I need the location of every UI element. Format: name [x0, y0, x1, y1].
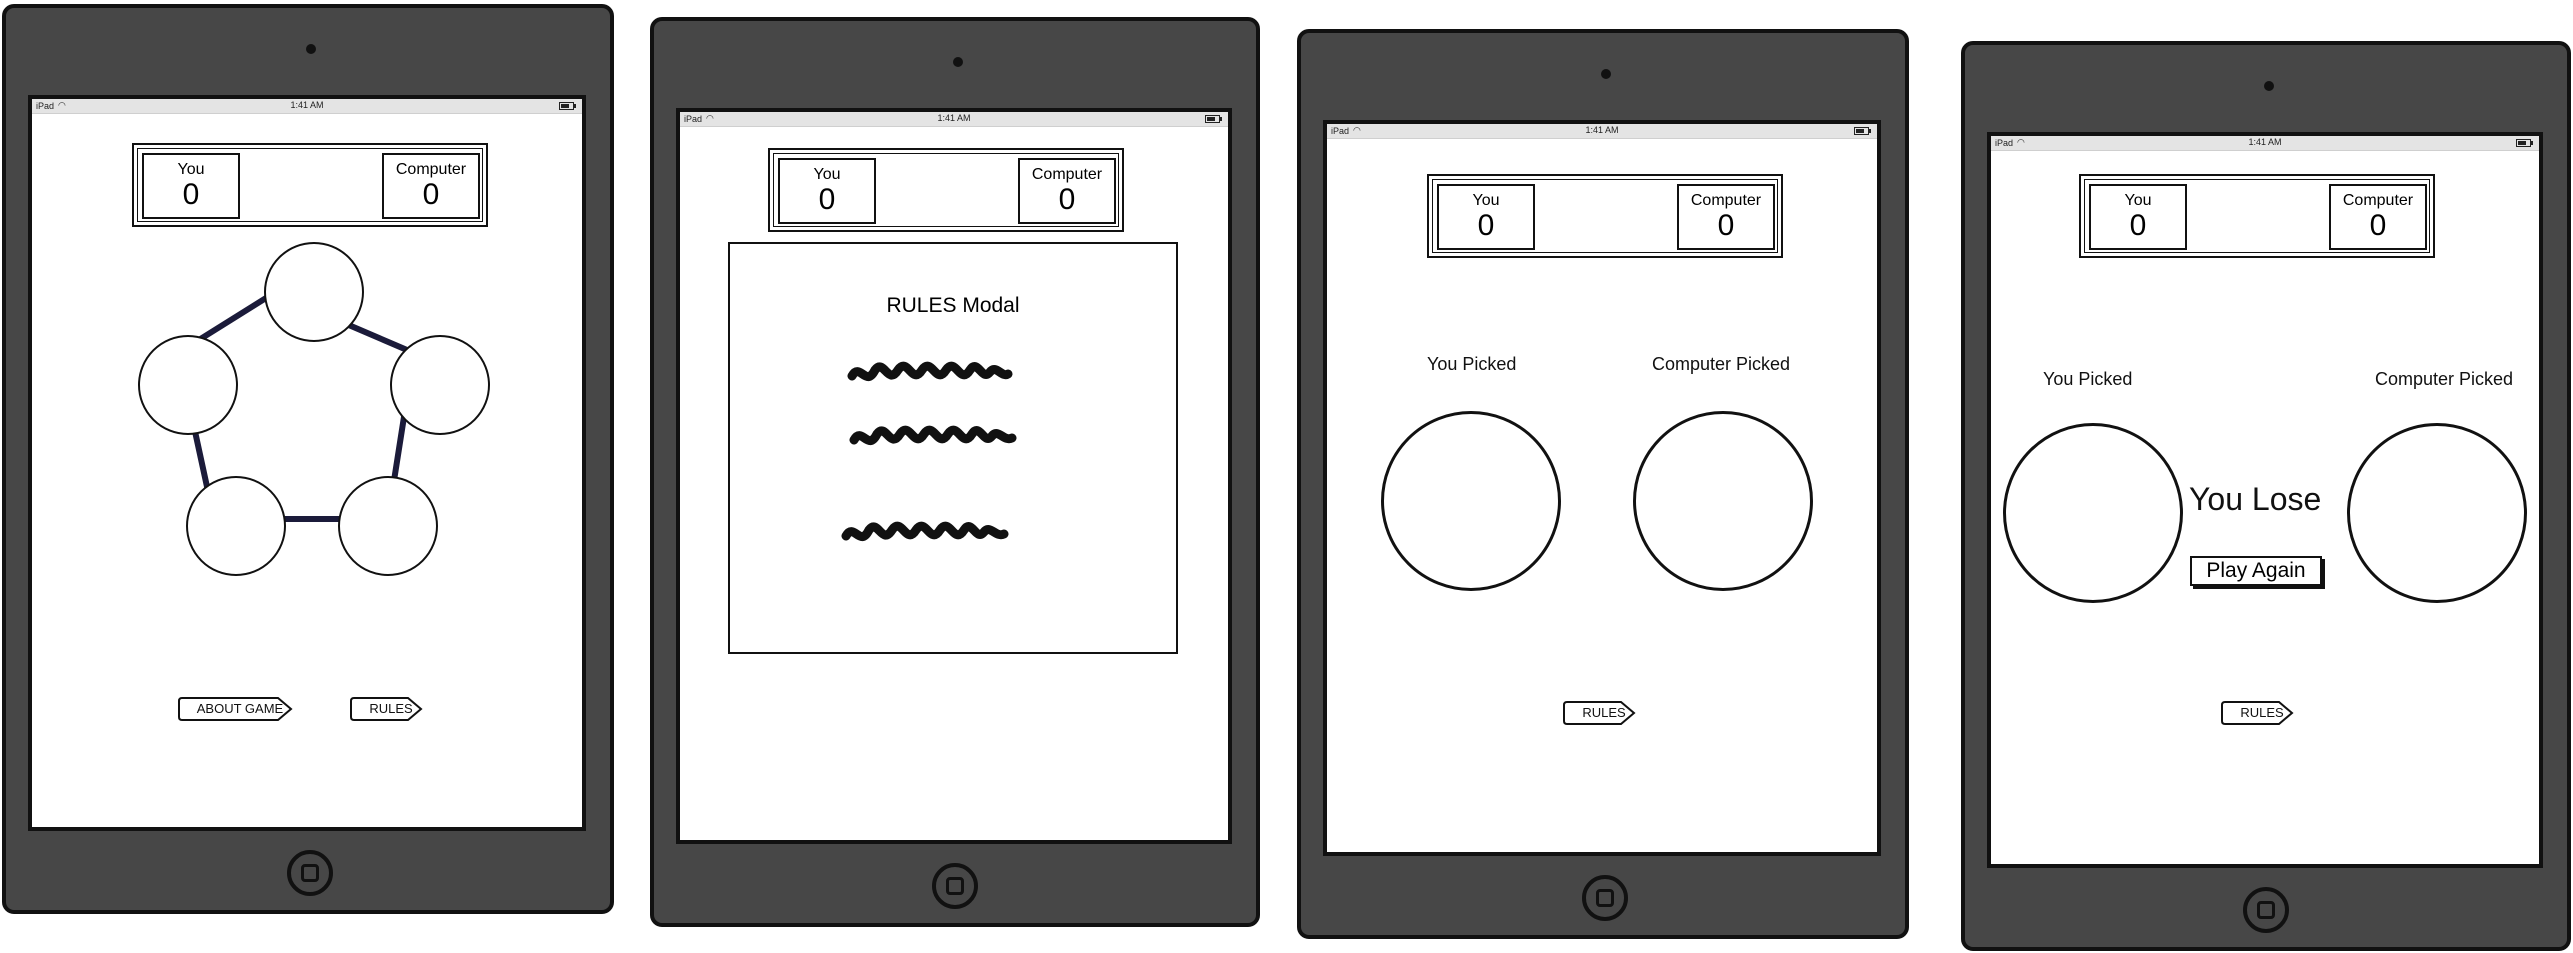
computer-label: Computer [1031, 166, 1103, 183]
status-bar: iPad ◠ 1:41 AM [1991, 136, 2539, 151]
camera-icon [2264, 81, 2274, 91]
rules-label: RULES [2240, 705, 2284, 720]
choice-circle-left[interactable] [138, 335, 238, 435]
computer-label: Computer [1690, 192, 1762, 209]
screen-picked: iPad ◠ 1:41 AM You 0 Computer 0 You Picke… [1323, 120, 1881, 856]
rules-label: RULES [369, 701, 413, 716]
choice-circle-right[interactable] [390, 335, 490, 435]
choice-circle-bottom-right[interactable] [338, 476, 438, 576]
player-pick-circle [2003, 423, 2183, 603]
home-button-icon[interactable] [2243, 887, 2289, 933]
battery-icon [2516, 139, 2533, 147]
pentagon-connectors [175, 289, 418, 522]
player-score-box: You 0 [778, 158, 876, 224]
screen-result: iPad ◠ 1:41 AM You 0 Computer 0 You Picke… [1987, 132, 2543, 868]
battery-icon [1854, 127, 1871, 135]
status-time: 1:41 AM [937, 113, 971, 123]
home-button-icon[interactable] [932, 863, 978, 909]
home-button-icon[interactable] [287, 850, 333, 896]
computer-score: 0 [422, 178, 440, 211]
computer-score-box: Computer 0 [2329, 184, 2427, 250]
computer-label: Computer [2342, 192, 2414, 209]
scoreboard: You 0 Computer 0 [2079, 174, 2435, 258]
rules-button[interactable]: RULES [2221, 700, 2295, 726]
rules-button[interactable]: RULES [350, 696, 424, 722]
result-text: You Lose [2189, 481, 2322, 517]
ipad-frame-result: iPad ◠ 1:41 AM You 0 Computer 0 You Picke… [1961, 41, 2571, 951]
status-time: 1:41 AM [2248, 137, 2282, 147]
battery-icon [1205, 115, 1222, 123]
screen-rules-modal: iPad ◠ 1:41 AM You 0 Computer 0 RULES Mod… [676, 108, 1232, 844]
status-bar: iPad ◠ 1:41 AM [1327, 124, 1877, 139]
status-bar: iPad ◠ 1:41 AM [680, 112, 1228, 127]
computer-label: Computer [395, 161, 467, 178]
placeholder-text-scribbles [841, 361, 1017, 542]
ipad-frame-home: iPad ◠ 1:41 AM You 0 Computer 0 ABOUT GA… [2, 4, 614, 914]
player-score-box: You 0 [142, 153, 240, 219]
player-score-box: You 0 [2089, 184, 2187, 250]
computer-picked-label: Computer Picked [1652, 354, 1791, 374]
player-score-box: You 0 [1437, 184, 1535, 250]
player-label: You [1472, 192, 1500, 209]
about-game-label: ABOUT GAME [196, 701, 284, 716]
play-again-button[interactable]: Play Again [2190, 556, 2322, 586]
computer-score: 0 [2369, 209, 2387, 242]
camera-icon [1601, 69, 1611, 79]
scoreboard: You 0 Computer 0 [768, 148, 1124, 232]
status-time: 1:41 AM [1585, 125, 1619, 135]
rules-modal: RULES Modal [728, 242, 1178, 654]
computer-score-box: Computer 0 [382, 153, 480, 219]
screen-home: iPad ◠ 1:41 AM You 0 Computer 0 ABOUT GA… [28, 95, 586, 831]
camera-icon [306, 44, 316, 54]
you-picked-label: You Picked [1427, 354, 1517, 374]
home-button-icon[interactable] [1582, 875, 1628, 921]
player-score: 0 [2129, 209, 2147, 242]
ipad-frame-rules-modal: iPad ◠ 1:41 AM You 0 Computer 0 RULES Mod… [650, 17, 1260, 927]
computer-score: 0 [1717, 209, 1735, 242]
choice-circle-bottom-left[interactable] [186, 476, 286, 576]
rules-button[interactable]: RULES [1563, 700, 1637, 726]
player-score: 0 [1477, 209, 1495, 242]
computer-score-box: Computer 0 [1018, 158, 1116, 224]
player-pick-circle [1381, 411, 1561, 591]
computer-picked-label: Computer Picked [2375, 369, 2514, 389]
computer-pick-circle [2347, 423, 2527, 603]
you-picked-label: You Picked [2043, 369, 2133, 389]
scoreboard: You 0 Computer 0 [1427, 174, 1783, 258]
ipad-frame-picked: iPad ◠ 1:41 AM You 0 Computer 0 You Picke… [1297, 29, 1909, 939]
player-label: You [2124, 192, 2152, 209]
computer-pick-circle [1633, 411, 1813, 591]
about-game-button[interactable]: ABOUT GAME [178, 696, 294, 722]
computer-score-box: Computer 0 [1677, 184, 1775, 250]
choice-circle-top[interactable] [264, 242, 364, 342]
camera-icon [953, 57, 963, 67]
computer-score: 0 [1058, 183, 1076, 216]
player-score: 0 [818, 183, 836, 216]
player-score: 0 [182, 178, 200, 211]
player-label: You [177, 161, 205, 178]
rules-label: RULES [1582, 705, 1626, 720]
player-label: You [813, 166, 841, 183]
